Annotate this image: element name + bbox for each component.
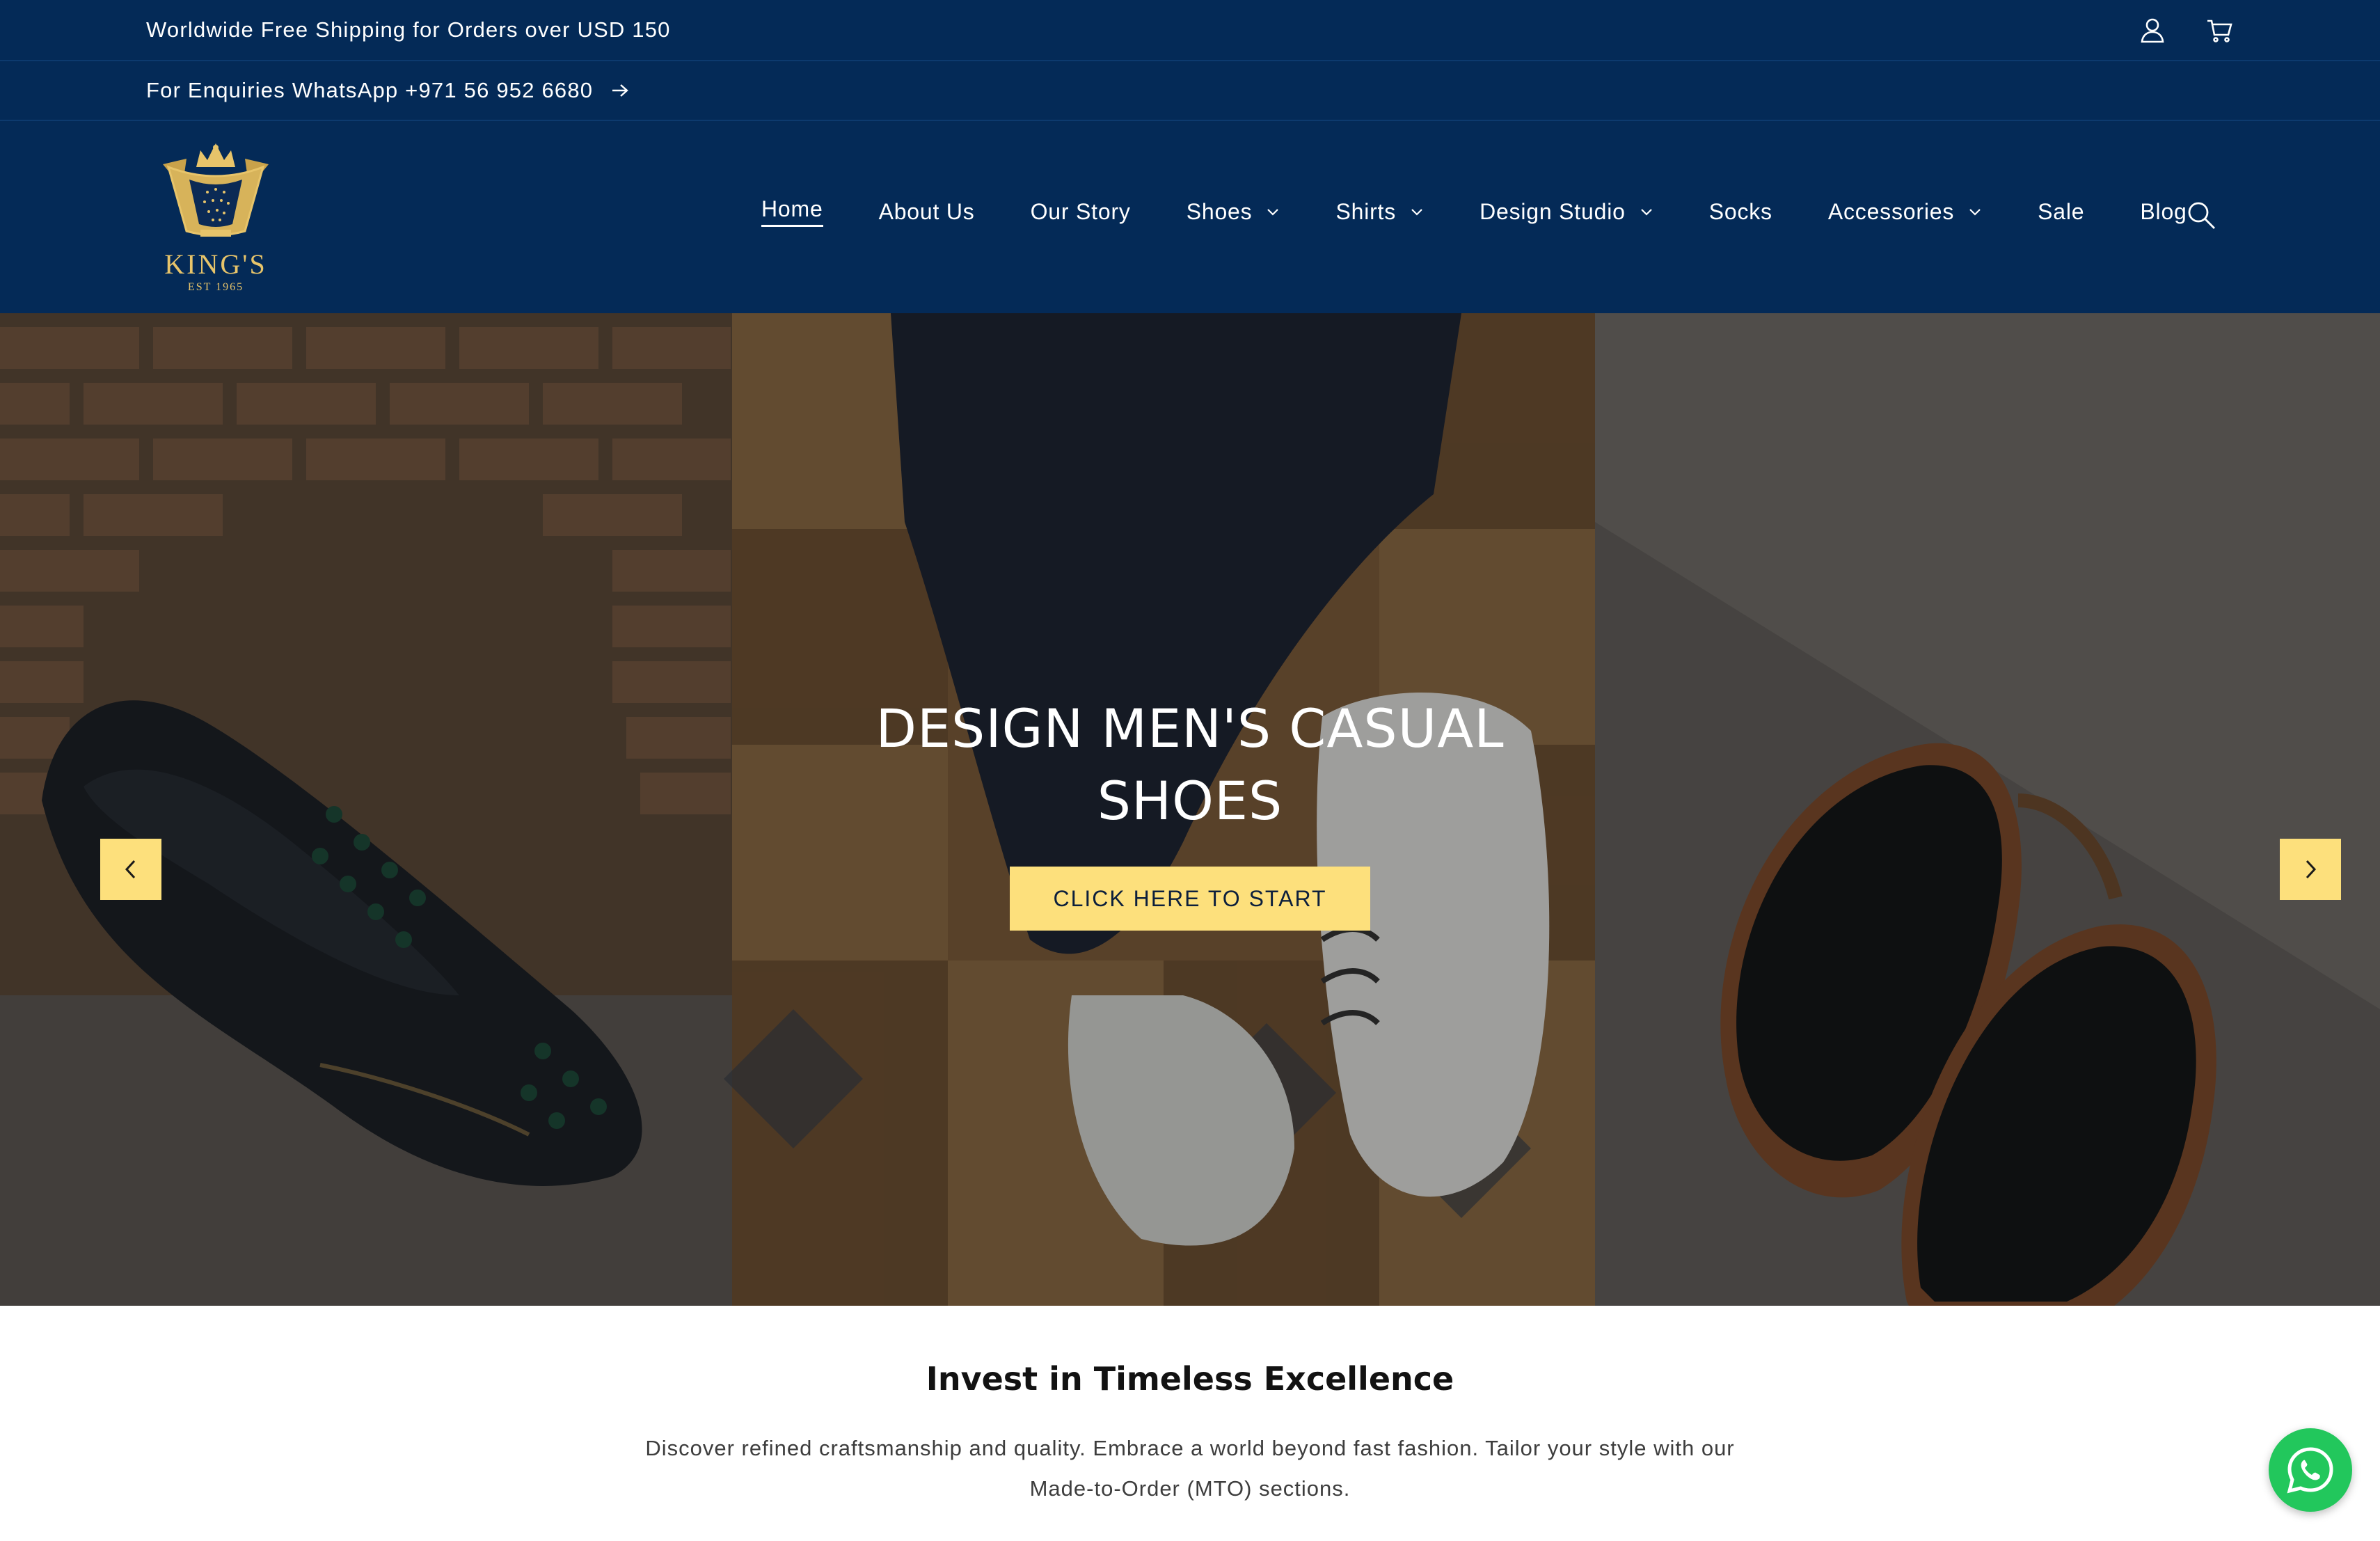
nav-item-label: Sale [2038,198,2085,224]
logo-wordmark: KING'S [164,248,267,280]
slide-next-button[interactable] [2280,839,2341,900]
enquiries-text: For Enquiries WhatsApp +971 56 952 6680 [146,78,594,102]
nav-item-accessories[interactable]: Accessories [1828,199,1982,225]
nav-item-design-studio[interactable]: Design Studio [1479,199,1653,225]
cart-icon[interactable] [2205,15,2234,45]
chevron-left-icon [125,860,136,879]
chevron-down-icon [1969,209,1981,216]
logo-established: EST 1965 [187,281,244,293]
nav-item-label: Our Story [1030,198,1131,224]
nav-item-label: Blog [2140,198,2187,224]
nav-item-label: Socks [1708,198,1772,224]
arrow-right-icon [612,84,629,97]
site-header: KING'S EST 1965 Home About Us Our Story … [0,121,2380,313]
nav-item-shoes[interactable]: Shoes [1187,199,1280,225]
announcement-bar-shipping: Worldwide Free Shipping for Orders over … [0,0,2380,61]
whatsapp-icon [2287,1447,2333,1494]
announcement-bar-enquiries[interactable]: For Enquiries WhatsApp +971 56 952 6680 [0,61,2380,121]
nav-item-label: Accessories [1827,198,1955,224]
whatsapp-chat-button[interactable] [2269,1428,2352,1512]
nav-item-label: Design Studio [1479,198,1626,224]
hero-slideshow: DESIGN MEN'S CASUAL SHOES CLICK HERE TO … [0,313,2380,1306]
account-icon[interactable] [2138,15,2167,45]
intro-title: Invest in Timeless Excellence [926,1360,1454,1398]
intro-body: Discover refined craftsmanship and quali… [645,1436,1735,1501]
intro-section: Invest in Timeless Excellence Discover r… [0,1306,2380,1541]
search-icon[interactable] [2185,199,2217,231]
crown-logo-icon [163,143,269,237]
nav-item-socks[interactable]: Socks [1709,199,1772,225]
hero-cta-button[interactable]: CLICK HERE TO START [1010,867,1370,931]
chevron-down-icon [1267,209,1279,216]
nav-item-shirts[interactable]: Shirts [1335,199,1424,225]
enquiries-link[interactable]: For Enquiries WhatsApp +971 56 952 6680 [146,78,629,103]
nav-item-blog[interactable]: Blog [2140,199,2187,225]
nav-item-label: Shirts [1335,198,1397,224]
nav-item-about-us[interactable]: About Us [879,199,975,225]
chevron-down-icon [1411,209,1422,216]
nav-item-home[interactable]: Home [761,196,823,227]
hero-title-line1: DESIGN MEN'S CASUAL [875,697,1505,759]
hero-title: DESIGN MEN'S CASUAL SHOES [772,693,1608,837]
nav-item-label: About Us [878,198,975,224]
shipping-announcement: Worldwide Free Shipping for Orders over … [146,17,671,42]
chevron-down-icon [1640,209,1652,216]
nav-item-sale[interactable]: Sale [2038,199,2084,225]
hero-content: DESIGN MEN'S CASUAL SHOES CLICK HERE TO … [772,693,1608,931]
slide-prev-button[interactable] [100,839,161,900]
nav-item-label: Shoes [1186,198,1253,224]
hero-title-line2: SHOES [1097,770,1283,832]
nav-item-our-story[interactable]: Our Story [1031,199,1131,225]
header-utility-icons [2138,15,2234,45]
site-logo[interactable]: KING'S EST 1965 [146,143,285,293]
chevron-right-icon [2306,860,2317,879]
main-navigation: Home About Us Our Story Shoes Shirts Des… [761,196,2243,227]
nav-item-label: Home [761,196,823,227]
